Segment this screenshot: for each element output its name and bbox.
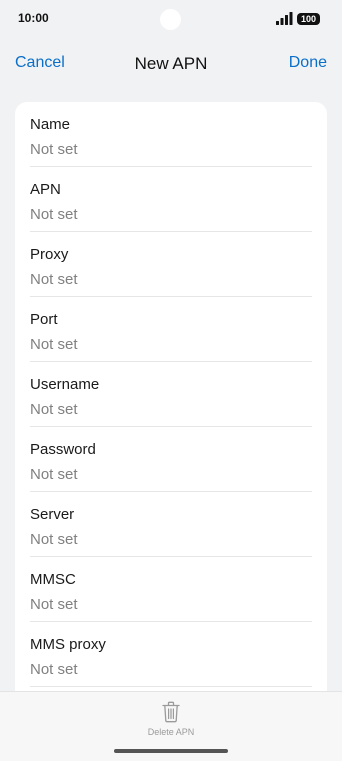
field-label: MMS proxy xyxy=(30,636,106,653)
field-value: Not set xyxy=(30,401,78,418)
field-value: Not set xyxy=(30,336,78,353)
field-label: Username xyxy=(30,376,100,393)
field-value: Not set xyxy=(30,271,78,288)
status-time: 10:00 xyxy=(18,11,49,25)
battery-icon: 100 xyxy=(297,13,320,25)
field-label: Password xyxy=(30,441,96,458)
field-mms-proxy[interactable]: MMS proxy Not set xyxy=(30,622,312,687)
field-label: MMSC xyxy=(30,571,76,588)
field-value: Not set xyxy=(30,531,78,548)
field-apn[interactable]: APN Not set xyxy=(30,167,312,232)
field-label: Proxy xyxy=(30,246,69,263)
field-port[interactable]: Port Not set xyxy=(30,297,312,362)
field-server[interactable]: Server Not set xyxy=(30,492,312,557)
home-indicator xyxy=(114,749,228,753)
nav-bar: Cancel New APN Done xyxy=(0,40,342,86)
field-label: APN xyxy=(30,181,61,198)
camera-cutout xyxy=(160,9,181,30)
delete-apn-button[interactable]: Delete APN xyxy=(121,701,221,741)
signal-icon xyxy=(276,12,293,25)
delete-apn-label: Delete APN xyxy=(147,727,195,737)
field-mmsc[interactable]: MMSC Not set xyxy=(30,557,312,622)
trash-icon xyxy=(162,701,180,723)
apn-settings-card: Name Not set APN Not set Proxy Not set P… xyxy=(15,102,327,722)
field-value: Not set xyxy=(30,661,78,678)
field-label: Port xyxy=(30,311,58,328)
field-value: Not set xyxy=(30,466,78,483)
field-value: Not set xyxy=(30,596,78,613)
field-proxy[interactable]: Proxy Not set xyxy=(30,232,312,297)
field-value: Not set xyxy=(30,206,78,223)
field-password[interactable]: Password Not set xyxy=(30,427,312,492)
done-button[interactable]: Done xyxy=(289,54,327,72)
field-name[interactable]: Name Not set xyxy=(30,102,312,167)
field-label: Name xyxy=(30,116,71,133)
field-value: Not set xyxy=(30,141,78,158)
field-username[interactable]: Username Not set xyxy=(30,362,312,427)
status-bar: 10:00 100 xyxy=(0,0,342,40)
divider xyxy=(30,686,312,687)
bottom-action-bar: Delete APN xyxy=(0,691,342,761)
field-label: Server xyxy=(30,506,75,523)
